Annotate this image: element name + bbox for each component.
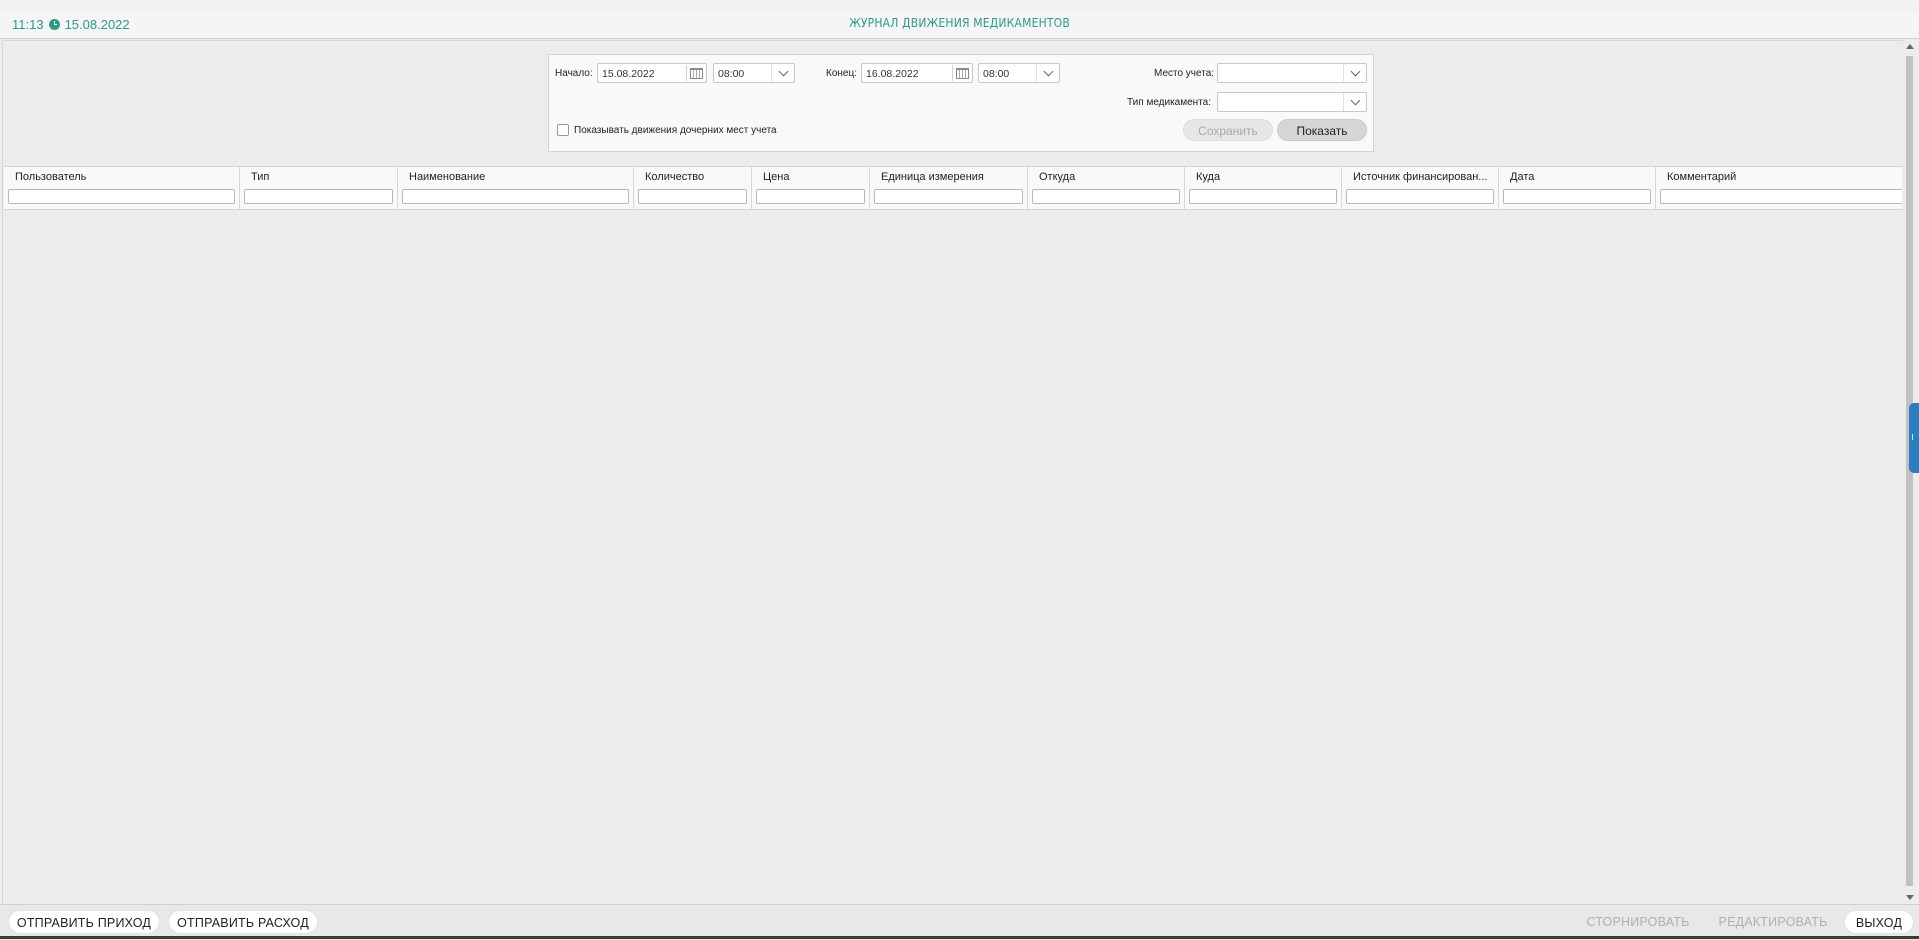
column-title: Дата [1510, 171, 1535, 183]
column-filter-input[interactable] [1032, 189, 1180, 204]
end-time-value: 08:00 [983, 68, 1010, 80]
column-filter-input[interactable] [1503, 189, 1651, 204]
column-user[interactable]: Пользователь [4, 167, 240, 209]
column-title: Откуда [1039, 171, 1076, 183]
column-filter-input[interactable] [638, 189, 747, 204]
scroll-up-icon[interactable] [1906, 44, 1914, 49]
end-date-input[interactable]: 16.08.2022 [861, 63, 973, 83]
chevron-down-icon [1343, 64, 1366, 82]
footer-toolbar: ОТПРАВИТЬ ПРИХОД ОТПРАВИТЬ РАСХОД СТОРНИ… [0, 904, 1919, 940]
column-filter-input[interactable] [874, 189, 1023, 204]
start-label: Начало: [555, 68, 593, 79]
end-date-value: 16.08.2022 [866, 68, 919, 80]
column-filter-input[interactable] [1346, 189, 1494, 204]
reverse-button[interactable]: СТОРНИРОВАТЬ [1578, 910, 1698, 934]
grip-icon [1912, 434, 1916, 440]
column-name[interactable]: Наименование [398, 167, 634, 209]
save-button[interactable]: Сохранить [1183, 119, 1273, 141]
start-time-value: 08:00 [718, 68, 745, 80]
column-title: Тип [251, 171, 270, 183]
calendar-icon [955, 67, 969, 79]
column-title: Единица измерения [881, 171, 984, 183]
column-comment[interactable]: Комментарий [1656, 167, 1902, 209]
scroll-down-icon[interactable] [1906, 895, 1914, 900]
location-select[interactable] [1217, 63, 1367, 83]
side-panel-toggle[interactable] [1909, 403, 1919, 473]
page-title: ЖУРНАЛ ДВИЖЕНИЯ МЕДИКАМЕНТОВ [849, 16, 1070, 30]
header-bar: 11:13 15.08.2022 ЖУРНАЛ ДВИЖЕНИЯ МЕДИКАМ… [0, 12, 1919, 39]
column-title: Наименование [409, 171, 486, 183]
start-time-select[interactable]: 08:00 [713, 63, 795, 83]
column-filter-input[interactable] [756, 189, 865, 204]
start-calendar-button[interactable] [686, 65, 705, 81]
clock-icon [48, 19, 60, 30]
column-filter-input[interactable] [8, 189, 235, 204]
chevron-down-icon [771, 64, 794, 82]
column-type[interactable]: Тип [240, 167, 398, 209]
table-header: Пользователь Тип Наименование Количество… [4, 166, 1902, 210]
chevron-down-icon [1036, 64, 1059, 82]
column-title: Комментарий [1667, 171, 1737, 183]
column-price[interactable]: Цена [752, 167, 870, 209]
end-label: Конец: [826, 68, 857, 79]
calendar-icon [689, 67, 703, 79]
send-income-button[interactable]: ОТПРАВИТЬ ПРИХОД [8, 910, 160, 934]
end-calendar-button[interactable] [952, 65, 971, 81]
start-date-value: 15.08.2022 [602, 68, 655, 80]
column-title: Куда [1196, 171, 1221, 183]
column-filter-input[interactable] [1189, 189, 1337, 204]
column-date[interactable]: Дата [1499, 167, 1656, 209]
med-type-label: Тип медикамента: [1127, 97, 1212, 108]
end-time-select[interactable]: 08:00 [978, 63, 1060, 83]
current-time: 11:13 [12, 17, 44, 32]
edit-button[interactable]: РЕДАКТИРОВАТЬ [1710, 910, 1836, 934]
column-from[interactable]: Откуда [1028, 167, 1185, 209]
med-type-select[interactable] [1217, 92, 1367, 112]
send-expense-button[interactable]: ОТПРАВИТЬ РАСХОД [168, 910, 318, 934]
chevron-down-icon [1343, 93, 1366, 111]
start-date-input[interactable]: 15.08.2022 [597, 63, 707, 83]
child-locations-checkbox[interactable] [557, 124, 569, 136]
location-label: Место учета: [1154, 68, 1215, 79]
exit-button[interactable]: ВЫХОД [1844, 910, 1914, 934]
column-to[interactable]: Куда [1185, 167, 1342, 209]
column-title: Цена [763, 171, 790, 183]
column-filter-input[interactable] [244, 189, 393, 204]
column-filter-input[interactable] [402, 189, 629, 204]
column-filter-input[interactable] [1660, 189, 1902, 204]
child-locations-label: Показывать движения дочерних мест учета [574, 125, 777, 136]
column-title: Количество [645, 171, 705, 183]
show-button[interactable]: Показать [1277, 119, 1367, 141]
column-title: Источник финансирован... [1353, 171, 1488, 183]
filter-panel: Начало: 15.08.2022 08:00 Конец: 16.08.20… [548, 54, 1374, 152]
column-unit[interactable]: Единица измерения [870, 167, 1028, 209]
column-title: Пользователь [15, 171, 87, 183]
column-funding-source[interactable]: Источник финансирован... [1342, 167, 1499, 209]
column-quantity[interactable]: Количество [634, 167, 752, 209]
